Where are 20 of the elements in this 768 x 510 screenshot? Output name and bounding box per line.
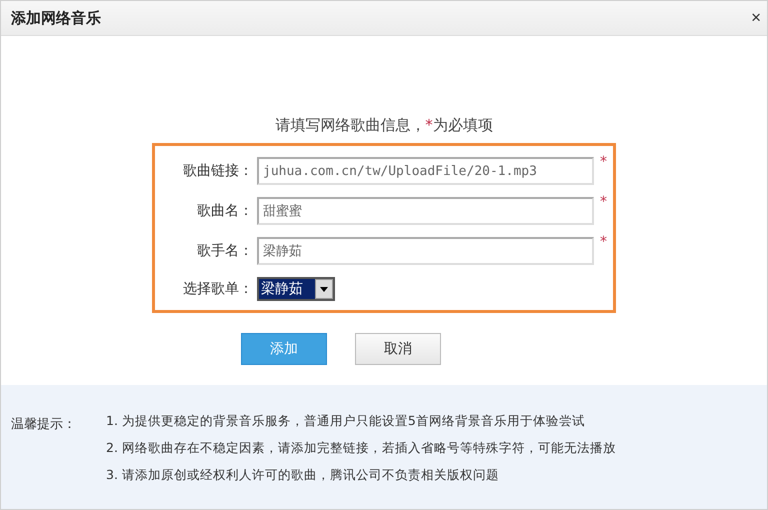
required-mark: * — [600, 234, 607, 250]
instruction-text: 请填写网络歌曲信息，*为必填项 — [275, 116, 493, 135]
tip-text: 1. 为提供更稳定的背景音乐服务，普通用户只能设置5首网络背景音乐用于体验尝试 — [106, 413, 586, 430]
field-label: 歌曲名： — [196, 202, 253, 220]
tips-label: 温馨提示： — [11, 416, 77, 434]
required-mark: * — [600, 154, 607, 170]
field-label: 歌曲链接： — [182, 162, 253, 180]
close-button[interactable]: × — [751, 8, 761, 28]
tip-text: 2. 网络歌曲存在不稳定因素，请添加完整链接，若插入省略号等特殊字符，可能无法播放 — [106, 440, 616, 457]
playlist-dropdown[interactable]: 梁静茹 — [257, 277, 335, 301]
input-field[interactable]: 梁静茹 — [257, 237, 594, 265]
caret-icon — [320, 286, 328, 292]
tip-text: 3. 请添加原创或经权利人许可的歌曲，腾讯公司不负责相关版权问题 — [106, 467, 500, 484]
field-label: 歌手名： — [196, 242, 253, 260]
window-title: 添加网络音乐 — [11, 8, 101, 28]
required-mark: * — [600, 194, 607, 210]
field-label: 选择歌单： — [182, 280, 253, 298]
cancel-button[interactable]: 取消 — [355, 333, 441, 365]
input-field[interactable]: juhua.com.cn/tw/UploadFile/20-1.mp3 — [257, 157, 594, 185]
input-field[interactable]: 甜蜜蜜 — [257, 197, 594, 225]
